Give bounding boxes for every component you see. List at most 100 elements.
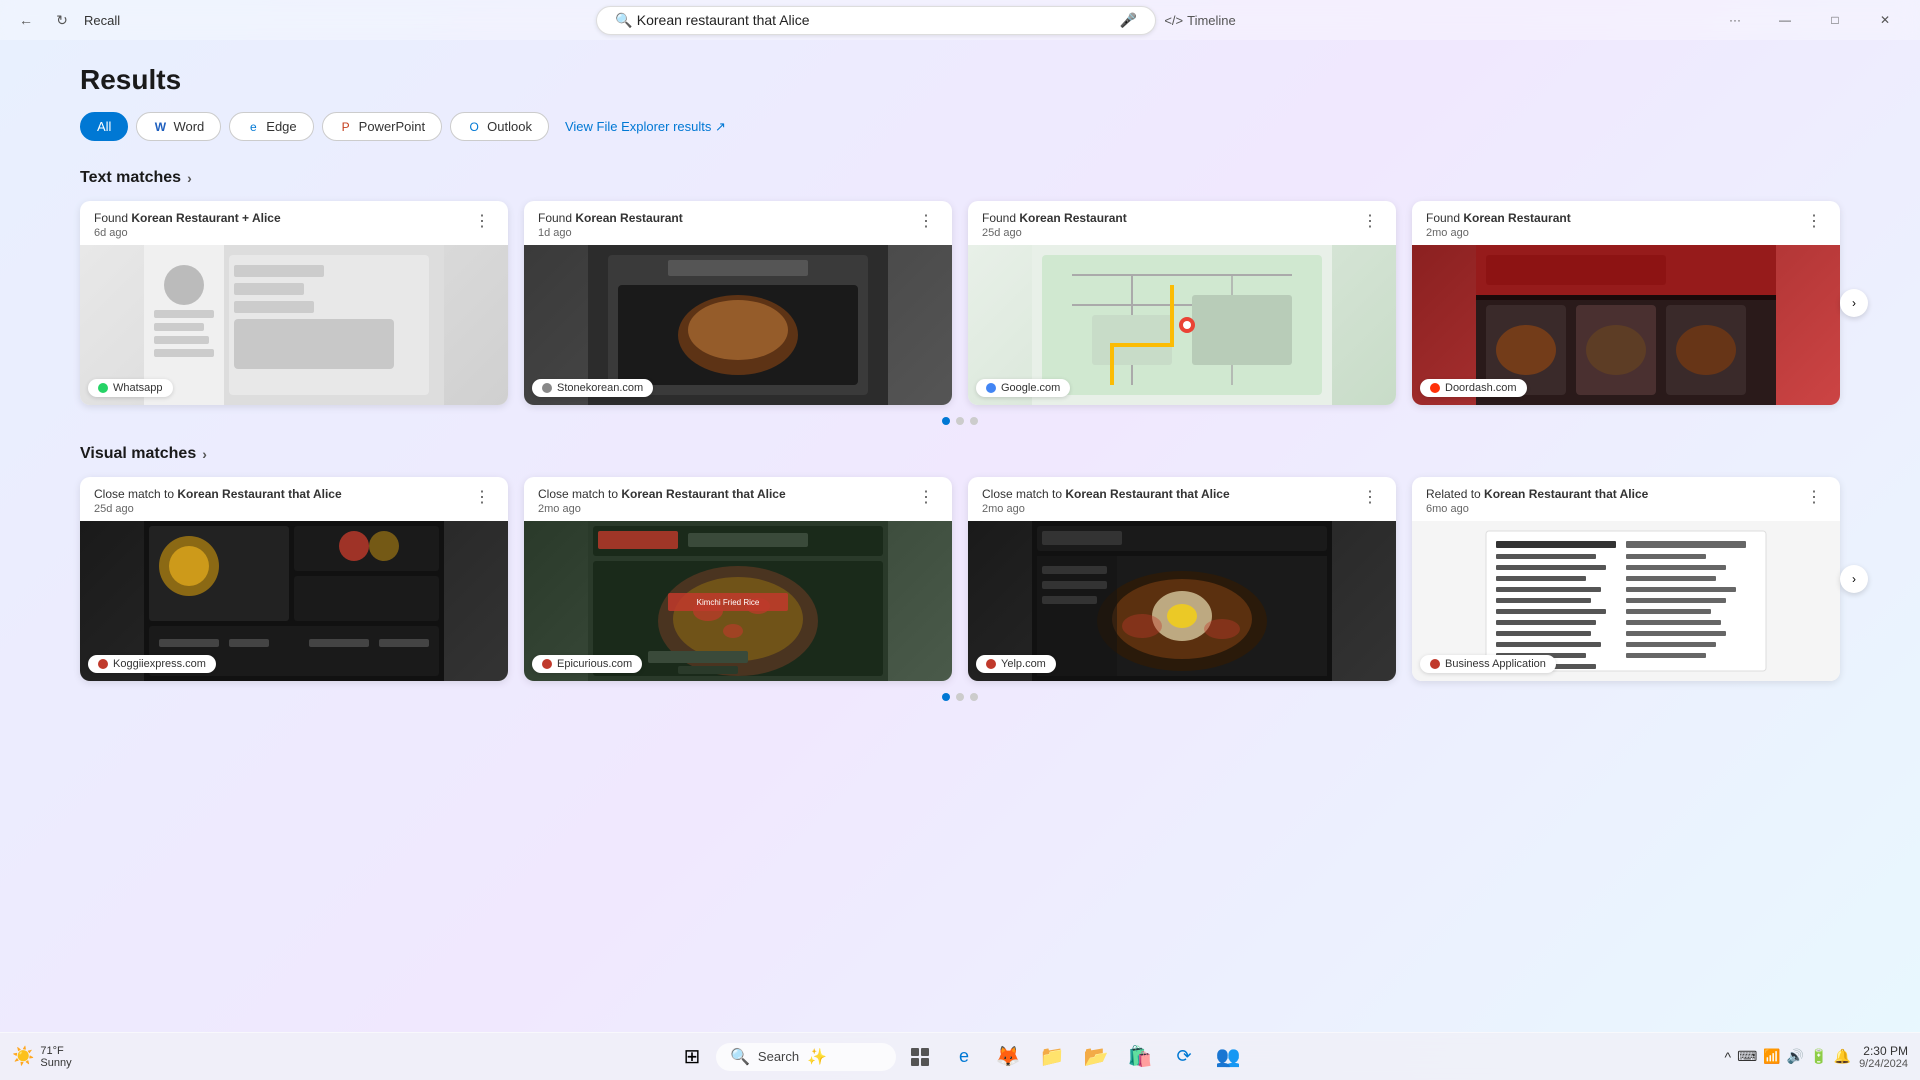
volume-icon[interactable]: 🔊: [1787, 1048, 1804, 1065]
visual-pagination-dot-1: [942, 693, 950, 701]
visual-pagination-dot-3: [970, 693, 978, 701]
visual-card-more-2[interactable]: ⋮: [914, 487, 938, 507]
text-match-card-4[interactable]: Found Korean Restaurant 2mo ago ⋮: [1412, 201, 1840, 405]
taskview-button[interactable]: [900, 1037, 940, 1077]
text-match-card-1[interactable]: Found Korean Restaurant + Alice 6d ago ⋮: [80, 201, 508, 405]
visual-card-more-1[interactable]: ⋮: [470, 487, 494, 507]
clock-date: 9/24/2024: [1859, 1058, 1908, 1070]
visual-card-image-2: Kimchi Fried Rice Epicurious.com: [524, 521, 952, 681]
svg-text:Kimchi Fried Rice: Kimchi Fried Rice: [697, 598, 760, 607]
search-bar: 🔍 🎤: [596, 6, 1156, 35]
source-dot-4: [1430, 383, 1440, 393]
title-bar-left: ← ↻ Recall: [12, 6, 120, 34]
page-title: Results: [80, 64, 1840, 96]
back-button[interactable]: ←: [12, 6, 40, 34]
source-dot-v4: [1430, 659, 1440, 669]
visual-card-more-4[interactable]: ⋮: [1802, 487, 1826, 507]
text-matches-cards: Found Korean Restaurant + Alice 6d ago ⋮: [80, 201, 1840, 405]
source-dot-v1: [98, 659, 108, 669]
visual-match-card-4[interactable]: Related to Korean Restaurant that Alice …: [1412, 477, 1840, 681]
forward-button[interactable]: ↻: [48, 6, 76, 34]
visual-card-time-4: 6mo ago: [1426, 503, 1648, 515]
card-image-3: Google.com: [968, 245, 1396, 405]
visual-match-card-3[interactable]: Close match to Korean Restaurant that Al…: [968, 477, 1396, 681]
title-bar-right: ··· — □ ✕: [1712, 4, 1908, 36]
network-icon[interactable]: 📶: [1763, 1048, 1780, 1065]
card-found-text-3: Found Korean Restaurant: [982, 211, 1127, 225]
main-content: Results All W Word e Edge P PowerPoint O…: [0, 40, 1920, 1032]
edge-taskbar-button[interactable]: e: [944, 1037, 984, 1077]
visual-card-more-3[interactable]: ⋮: [1358, 487, 1382, 507]
edge-icon: e: [246, 120, 260, 134]
search-icon[interactable]: 🔍: [611, 12, 636, 29]
visual-match-card-2[interactable]: Close match to Korean Restaurant that Al…: [524, 477, 952, 681]
clock[interactable]: 2:30 PM 9/24/2024: [1859, 1044, 1908, 1070]
visual-card-image-1: Koggiiexpress.com: [80, 521, 508, 681]
more-options-button[interactable]: ···: [1712, 4, 1758, 36]
teams-taskbar-button[interactable]: 👥: [1208, 1037, 1248, 1077]
filter-all[interactable]: All: [80, 112, 128, 141]
source-dot-2: [542, 383, 552, 393]
text-matches-next-arrow[interactable]: ›: [1840, 289, 1868, 317]
filter-bar: All W Word e Edge P PowerPoint O Outlook…: [80, 112, 1840, 141]
card-found-text-4: Found Korean Restaurant: [1426, 211, 1571, 225]
recall-taskbar-button[interactable]: ⟳: [1164, 1037, 1204, 1077]
minimize-button[interactable]: —: [1762, 4, 1808, 36]
text-matches-section: Text matches › Found Korean Restaurant +…: [80, 169, 1840, 425]
filter-outlook[interactable]: O Outlook: [450, 112, 549, 141]
card-header-2: Found Korean Restaurant 1d ago ⋮: [524, 201, 952, 245]
source-dot-1: [98, 383, 108, 393]
visual-card-source-4: Business Application: [1420, 655, 1556, 673]
store-taskbar-button[interactable]: 🛍️: [1120, 1037, 1160, 1077]
word-icon: W: [153, 120, 167, 134]
card-more-button-4[interactable]: ⋮: [1802, 211, 1826, 231]
card-source-4: Doordash.com: [1420, 379, 1527, 397]
taskbar-search-icon: 🔍: [730, 1047, 750, 1067]
visual-pagination-dot-2: [956, 693, 964, 701]
card-more-button-1[interactable]: ⋮: [470, 211, 494, 231]
text-matches-chevron: ›: [187, 170, 192, 186]
search-input[interactable]: [637, 12, 1116, 28]
maximize-button[interactable]: □: [1812, 4, 1858, 36]
chevron-up-icon[interactable]: ^: [1725, 1049, 1732, 1065]
filter-edge[interactable]: e Edge: [229, 112, 313, 141]
filter-word[interactable]: W Word: [136, 112, 221, 141]
card-more-button-3[interactable]: ⋮: [1358, 211, 1382, 231]
visual-card-header-3: Close match to Korean Restaurant that Al…: [968, 477, 1396, 521]
visual-card-time-3: 2mo ago: [982, 503, 1230, 515]
taskbar-search[interactable]: 🔍 Search ✨: [716, 1043, 896, 1071]
text-match-card-3[interactable]: Found Korean Restaurant 25d ago ⋮: [968, 201, 1396, 405]
card-more-button-2[interactable]: ⋮: [914, 211, 938, 231]
visual-matches-pagination: [80, 693, 1840, 701]
card-header-1: Found Korean Restaurant + Alice 6d ago ⋮: [80, 201, 508, 245]
keyboard-icon[interactable]: ⌨: [1737, 1048, 1757, 1065]
card-time-4: 2mo ago: [1426, 227, 1571, 239]
card-found-text-2: Found Korean Restaurant: [538, 211, 683, 225]
weather-text: 71°F Sunny: [40, 1045, 71, 1069]
text-matches-pagination: [80, 417, 1840, 425]
card-time-3: 25d ago: [982, 227, 1127, 239]
explorer-taskbar-button[interactable]: 📂: [1076, 1037, 1116, 1077]
taskbar-right: ^ ⌨ 📶 🔊 🔋 🔔 2:30 PM 9/24/2024: [1725, 1044, 1908, 1070]
mic-button[interactable]: 🎤: [1116, 12, 1141, 29]
battery-icon[interactable]: 🔋: [1810, 1048, 1827, 1065]
text-matches-title[interactable]: Text matches ›: [80, 169, 1840, 187]
card-image-2: Stonekorean.com: [524, 245, 952, 405]
notification-icon[interactable]: 🔔: [1834, 1048, 1851, 1065]
firefox-taskbar-button[interactable]: 🦊: [988, 1037, 1028, 1077]
view-file-explorer-link[interactable]: View File Explorer results ↗: [565, 119, 726, 135]
visual-matches-next-arrow[interactable]: ›: [1840, 565, 1868, 593]
close-button[interactable]: ✕: [1862, 4, 1908, 36]
visual-matches-title[interactable]: Visual matches ›: [80, 445, 1840, 463]
visual-match-card-1[interactable]: Close match to Korean Restaurant that Al…: [80, 477, 508, 681]
start-button[interactable]: ⊞: [672, 1037, 712, 1077]
files-taskbar-button[interactable]: 📁: [1032, 1037, 1072, 1077]
timeline-button[interactable]: </> Timeline: [1164, 6, 1235, 35]
filter-powerpoint[interactable]: P PowerPoint: [322, 112, 442, 141]
visual-card-found-text-1: Close match to Korean Restaurant that Al…: [94, 487, 342, 501]
visual-card-source-3: Yelp.com: [976, 655, 1056, 673]
text-match-card-2[interactable]: Found Korean Restaurant 1d ago ⋮: [524, 201, 952, 405]
title-bar: ← ↻ Recall 🔍 🎤 </> Timeline ··· — □ ✕: [0, 0, 1920, 40]
pagination-dot-1: [942, 417, 950, 425]
visual-card-found-text-2: Close match to Korean Restaurant that Al…: [538, 487, 786, 501]
